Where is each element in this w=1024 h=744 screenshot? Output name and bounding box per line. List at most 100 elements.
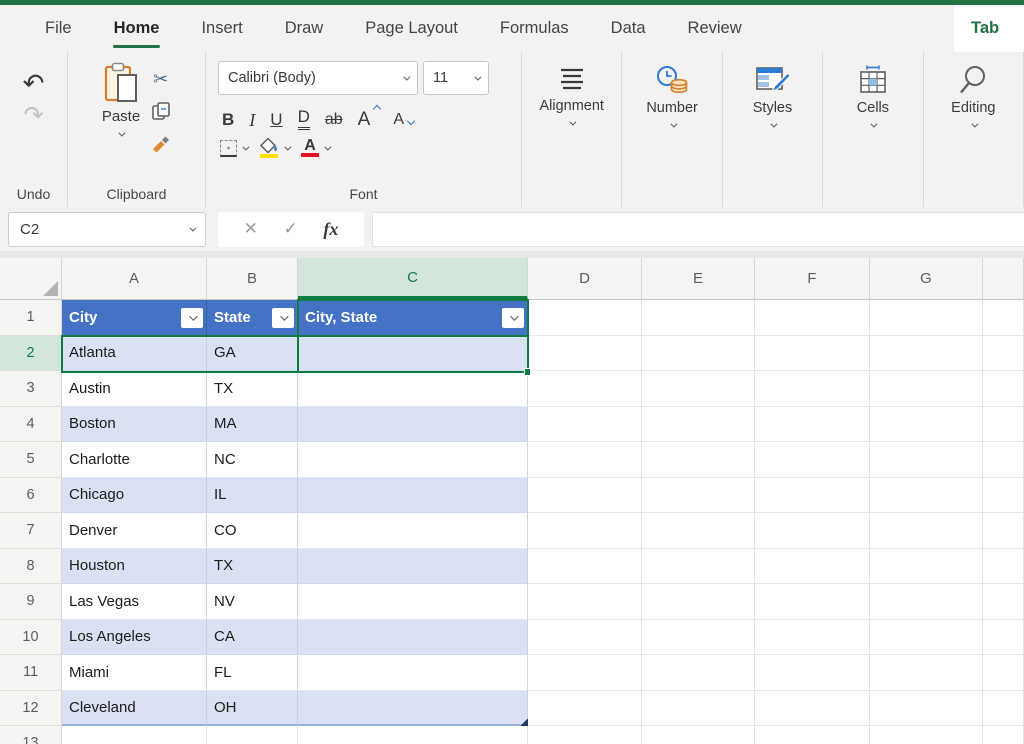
cell-F1[interactable]: [755, 300, 870, 336]
bold-button[interactable]: B: [222, 110, 234, 130]
fill-handle[interactable]: [524, 368, 532, 376]
row-header-7[interactable]: 7: [0, 513, 62, 549]
column-header-B[interactable]: B: [207, 258, 298, 300]
row-header-4[interactable]: 4: [0, 407, 62, 443]
cell-C7[interactable]: [298, 513, 528, 549]
cell-H7[interactable]: [983, 513, 1024, 549]
cell-G8[interactable]: [870, 549, 983, 585]
column-header-partial[interactable]: [983, 258, 1024, 300]
cell-C5[interactable]: [298, 442, 528, 478]
cell-H10[interactable]: [983, 620, 1024, 656]
cell-E3[interactable]: [642, 371, 755, 407]
cell-B12[interactable]: OH: [207, 691, 298, 727]
row-header-3[interactable]: 3: [0, 371, 62, 407]
cell-F2[interactable]: [755, 336, 870, 372]
select-all-corner[interactable]: [0, 258, 62, 300]
cell-E2[interactable]: [642, 336, 755, 372]
double-underline-button[interactable]: D: [298, 107, 310, 130]
cell-H8[interactable]: [983, 549, 1024, 585]
cell-B8[interactable]: TX: [207, 549, 298, 585]
cell-D12[interactable]: [528, 691, 642, 727]
cell-A2[interactable]: Atlanta: [62, 336, 207, 372]
cell-C13[interactable]: [298, 726, 528, 744]
cell-E4[interactable]: [642, 407, 755, 443]
row-header-5[interactable]: 5: [0, 442, 62, 478]
cell-B3[interactable]: TX: [207, 371, 298, 407]
cell-F5[interactable]: [755, 442, 870, 478]
cell-E12[interactable]: [642, 691, 755, 727]
name-box[interactable]: C2: [8, 212, 206, 247]
cell-H9[interactable]: [983, 584, 1024, 620]
insert-function-icon[interactable]: fx: [323, 219, 338, 240]
cell-G5[interactable]: [870, 442, 983, 478]
fill-color-button[interactable]: [259, 138, 289, 158]
cell-E5[interactable]: [642, 442, 755, 478]
tab-table-design[interactable]: Tab: [954, 5, 1024, 52]
undo-icon[interactable]: ↶: [23, 70, 45, 96]
cell-E7[interactable]: [642, 513, 755, 549]
column-header-A[interactable]: A: [62, 258, 207, 300]
cell-D4[interactable]: [528, 407, 642, 443]
filter-button-city-state[interactable]: [502, 308, 524, 328]
cell-G13[interactable]: [870, 726, 983, 744]
cell-A13[interactable]: [62, 726, 207, 744]
cell-B7[interactable]: CO: [207, 513, 298, 549]
tab-home[interactable]: Home: [93, 5, 181, 52]
ribbon-group-number[interactable]: Number: [622, 52, 722, 207]
cell-H5[interactable]: [983, 442, 1024, 478]
formula-input[interactable]: [372, 212, 1024, 247]
cell-B9[interactable]: NV: [207, 584, 298, 620]
cell-F6[interactable]: [755, 478, 870, 514]
cell-D3[interactable]: [528, 371, 642, 407]
cell-B11[interactable]: FL: [207, 655, 298, 691]
column-header-F[interactable]: F: [755, 258, 870, 300]
cell-F3[interactable]: [755, 371, 870, 407]
cell-A8[interactable]: Houston: [62, 549, 207, 585]
copy-icon[interactable]: [151, 101, 171, 121]
cell-A4[interactable]: Boston: [62, 407, 207, 443]
cell-C1[interactable]: City, State: [298, 300, 528, 336]
cell-F7[interactable]: [755, 513, 870, 549]
cell-G1[interactable]: [870, 300, 983, 336]
row-header-2[interactable]: 2: [0, 336, 62, 372]
row-header-9[interactable]: 9: [0, 584, 62, 620]
row-header-8[interactable]: 8: [0, 549, 62, 585]
cell-D5[interactable]: [528, 442, 642, 478]
cell-A6[interactable]: Chicago: [62, 478, 207, 514]
cell-F12[interactable]: [755, 691, 870, 727]
cell-F4[interactable]: [755, 407, 870, 443]
cell-A12[interactable]: Cleveland: [62, 691, 207, 727]
cell-B2[interactable]: GA: [207, 336, 298, 372]
tab-review[interactable]: Review: [667, 5, 763, 52]
column-header-C[interactable]: C: [298, 258, 528, 300]
cell-B4[interactable]: MA: [207, 407, 298, 443]
cell-E9[interactable]: [642, 584, 755, 620]
ribbon-group-cells[interactable]: Cells: [823, 52, 923, 207]
column-header-G[interactable]: G: [870, 258, 983, 300]
cell-D10[interactable]: [528, 620, 642, 656]
cell-C4[interactable]: [298, 407, 528, 443]
cell-B13[interactable]: [207, 726, 298, 744]
cell-B1[interactable]: State: [207, 300, 298, 336]
cell-C3[interactable]: [298, 371, 528, 407]
font-size-select[interactable]: 11: [423, 61, 489, 95]
cell-D11[interactable]: [528, 655, 642, 691]
cell-G4[interactable]: [870, 407, 983, 443]
cell-H3[interactable]: [983, 371, 1024, 407]
cell-F11[interactable]: [755, 655, 870, 691]
row-header-11[interactable]: 11: [0, 655, 62, 691]
cell-C10[interactable]: [298, 620, 528, 656]
cell-D13[interactable]: [528, 726, 642, 744]
cell-E11[interactable]: [642, 655, 755, 691]
row-header-10[interactable]: 10: [0, 620, 62, 656]
cell-E8[interactable]: [642, 549, 755, 585]
cell-G6[interactable]: [870, 478, 983, 514]
cell-A3[interactable]: Austin: [62, 371, 207, 407]
column-header-E[interactable]: E: [642, 258, 755, 300]
decrease-font-button[interactable]: A: [393, 110, 412, 130]
font-name-select[interactable]: Calibri (Body): [218, 61, 418, 95]
cell-A11[interactable]: Miami: [62, 655, 207, 691]
cell-A7[interactable]: Denver: [62, 513, 207, 549]
cell-F10[interactable]: [755, 620, 870, 656]
cell-H11[interactable]: [983, 655, 1024, 691]
